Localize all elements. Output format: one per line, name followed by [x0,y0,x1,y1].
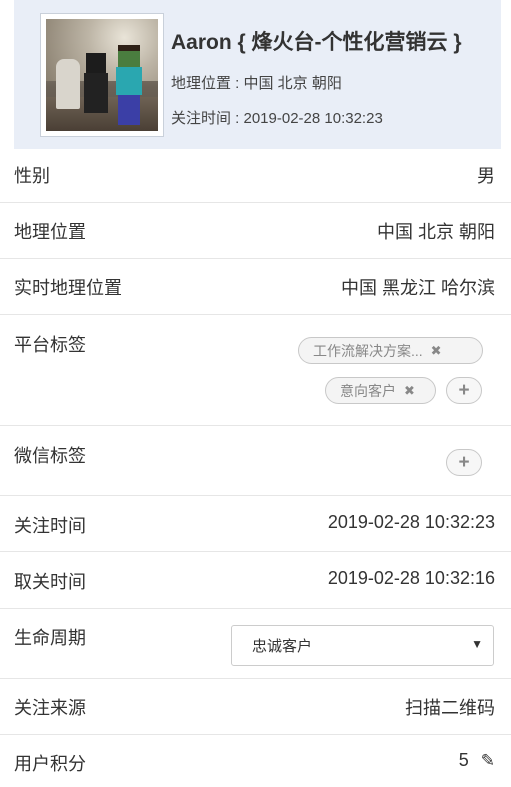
row-platform-tags: 平台标签 工作流解决方案... ✖ 意向客户 ✖ + [0,315,511,426]
follow-time-value: 2019-02-28 10:32:23 [327,512,495,532]
follow-time-label: 关注时间 [14,516,86,536]
remove-tag-icon[interactable]: ✖ [404,383,415,399]
platform-tag-label: 工作流解决方案... [313,342,423,359]
platform-tags-label: 平台标签 [14,335,86,355]
row-follow-source: 关注来源 扫描二维码 [0,679,511,735]
geo-value: 中国 北京 朝阳 [376,222,495,242]
row-gender: 性别 男 [0,149,511,203]
remove-tag-icon[interactable]: ✖ [431,343,442,359]
row-geo: 地理位置 中国 北京 朝阳 [0,203,511,259]
row-realtime-geo: 实时地理位置 中国 黑龙江 哈尔滨 [0,259,511,315]
follow-source-label: 关注来源 [14,698,86,718]
avatar-image [46,19,158,131]
add-wechat-tag-button[interactable]: + [446,449,482,476]
gender-label: 性别 [14,166,50,186]
realtime-geo-label: 实时地理位置 [14,278,122,298]
add-platform-tag-button[interactable]: + [446,377,482,404]
row-follow-time: 关注时间 2019-02-28 10:32:23 [0,496,511,552]
realtime-geo-value: 中国 黑龙江 哈尔滨 [340,278,495,298]
geo-label: 地理位置 [14,222,86,242]
profile-name: Aaron { 烽火台-个性化营销云 } [171,31,462,54]
points-label: 用户积分 [14,754,86,774]
chevron-down-icon: ▼ [471,637,483,651]
points-value: 5 [458,750,469,770]
points-value-group: 5 ✎ [459,750,495,771]
edit-pencil-icon[interactable]: ✎ [481,751,495,771]
lifecycle-select[interactable]: 忠诚客户 ▼ [231,625,494,666]
unfollow-time-label: 取关时间 [14,572,86,592]
unfollow-time-value: 2019-02-28 10:32:16 [327,568,495,588]
follow-source-value: 扫描二维码 [405,698,495,718]
row-wechat-tags: 微信标签 + [0,426,511,496]
profile-location: 地理位置 : 中国 北京 朝阳 [171,75,342,92]
platform-tag[interactable]: 意向客户 ✖ [325,377,436,404]
wechat-tags-label: 微信标签 [14,446,86,466]
row-points: 用户积分 5 ✎ [0,735,511,787]
avatar [40,13,164,137]
row-unfollow-time: 取关时间 2019-02-28 10:32:16 [0,552,511,609]
gender-value: 男 [477,166,495,186]
lifecycle-label: 生命周期 [14,628,86,648]
platform-tag[interactable]: 工作流解决方案... ✖ [298,337,483,364]
profile-follow-time: 关注时间 : 2019-02-28 10:32:23 [171,110,383,127]
platform-tag-label: 意向客户 [340,382,396,399]
lifecycle-selected-value: 忠诚客户 [252,638,313,655]
